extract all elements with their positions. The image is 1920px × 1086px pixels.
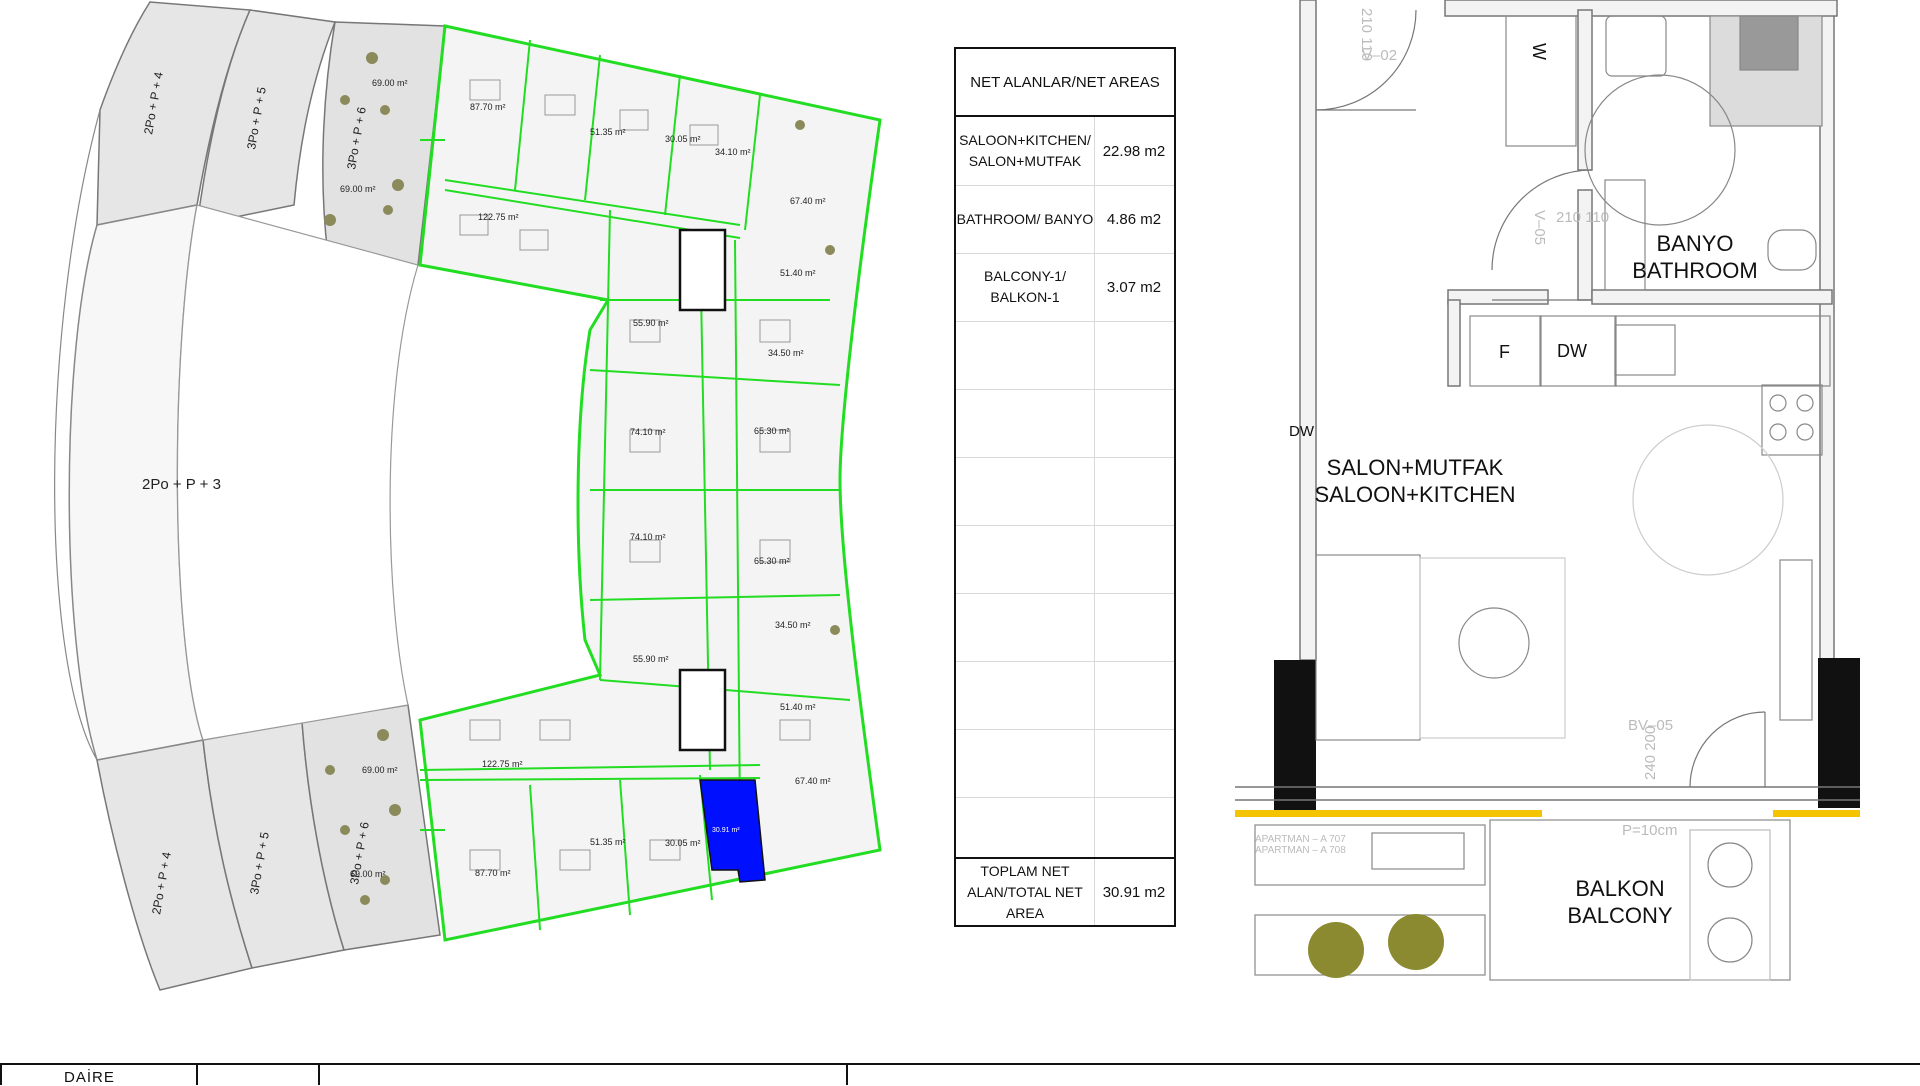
- title-block-border: [0, 1063, 1920, 1065]
- area-label: 69.00 m²: [340, 184, 376, 194]
- empty-row: [956, 525, 1174, 594]
- area-label: 34.50 m²: [768, 348, 804, 358]
- empty-row: [956, 321, 1174, 390]
- area-label: 69.00 m²: [372, 78, 408, 88]
- block-label-center: 2Po + P + 3: [142, 476, 221, 493]
- total-row: TOPLAM NET ALAN/TOTAL NET AREA 30.91 m2: [956, 857, 1174, 925]
- plants: [1308, 914, 1444, 978]
- area-label: 69.00 m²: [350, 869, 386, 879]
- balcony-label-en: BALCONY: [1567, 903, 1673, 928]
- table-row: SALOON+KITCHEN/ SALON+MUTFAK 22.98 m2: [956, 117, 1174, 186]
- balcony-edge: [1235, 786, 1860, 817]
- row-value: 3.07 m2: [1106, 278, 1162, 296]
- table-row: BATHROOM/ BANYO 4.86 m2: [956, 185, 1174, 254]
- area-label: 67.40 m²: [795, 776, 831, 786]
- area-label: 51.35 m²: [590, 127, 626, 137]
- washer-label: W: [1529, 43, 1549, 60]
- living-label-tr: SALON+MUTFAK: [1326, 455, 1504, 480]
- empty-row: [956, 457, 1174, 526]
- door-tag-p10: P=10cm: [1622, 822, 1677, 839]
- net-areas-title: NET ALANLAR/NET AREAS: [956, 49, 1174, 117]
- door-tag-v05: V–05: [1531, 210, 1548, 245]
- total-label: TOPLAM NET ALAN/TOTAL NET AREA: [956, 859, 1095, 925]
- table-row: BALCONY-1/ BALKON-1 3.07 m2: [956, 253, 1174, 322]
- empty-row: [956, 729, 1174, 798]
- apt-tag-a708: APARTMAN – A 708: [1255, 845, 1346, 856]
- net-areas-table: NET ALANLAR/NET AREAS SALOON+KITCHEN/ SA…: [954, 47, 1176, 927]
- door-swings: [1315, 9, 1766, 788]
- empty-row: [956, 797, 1174, 857]
- living-label-en: SALOON+KITCHEN: [1314, 482, 1516, 507]
- fridge-label: F: [1499, 342, 1510, 362]
- area-label: 74.10 m²: [630, 427, 666, 437]
- area-label: 87.70 m²: [475, 868, 511, 878]
- area-label: 55.90 m²: [633, 654, 669, 664]
- total-value: 30.91 m2: [1102, 883, 1166, 901]
- empty-row: [956, 593, 1174, 662]
- highlighted-unit-area: 30.91 m²: [712, 827, 740, 834]
- area-label: 122.75 m²: [482, 759, 523, 769]
- area-label: 51.40 m²: [780, 268, 816, 278]
- apt-tag-a707: APARTMAN – A 707: [1255, 834, 1346, 845]
- bathroom-label: BANYO BATHROOM: [1610, 230, 1780, 284]
- row-value: 22.98 m2: [1102, 142, 1166, 160]
- washer-box: [1505, 15, 1577, 147]
- bathroom-label-tr: BANYO: [1656, 231, 1734, 256]
- door-tag-240: 240 200: [1642, 726, 1659, 780]
- row-value: 4.86 m2: [1106, 210, 1162, 228]
- title-block-label: DAİRE: [64, 1069, 115, 1086]
- bathroom-label-en: BATHROOM: [1632, 258, 1758, 283]
- area-label: 122.75 m²: [478, 212, 519, 222]
- area-label: 30.05 m²: [665, 134, 701, 144]
- title-block-cell: [318, 1065, 848, 1085]
- courtyard: [176, 204, 419, 741]
- area-label: 30.05 m²: [665, 838, 701, 848]
- kitchen-counter: [1469, 315, 1831, 456]
- dishwasher-label: DW: [1557, 341, 1587, 361]
- site-plan: 2Po + P + 3 2Po + P + 4 3Po + P + 5 3Po …: [54, 1, 882, 991]
- area-label: 55.90 m²: [633, 318, 669, 328]
- area-label: 74.10 m²: [630, 532, 666, 542]
- balcony-label: BALKON BALCONY: [1545, 875, 1695, 929]
- building-outline: [418, 24, 882, 942]
- area-label: 34.50 m²: [775, 620, 811, 630]
- living-label: SALON+MUTFAK SALOON+KITCHEN: [1305, 454, 1525, 508]
- door-tag-210-a: 210 110: [1358, 8, 1375, 61]
- row-label: SALOON+KITCHEN/ SALON+MUTFAK: [956, 117, 1095, 185]
- area-label: 51.40 m²: [780, 702, 816, 712]
- area-label: 65.30 m²: [754, 426, 790, 436]
- empty-row: [956, 661, 1174, 730]
- area-label: 67.40 m²: [790, 196, 826, 206]
- area-label: 65.30 m²: [754, 556, 790, 566]
- area-label: 87.70 m²: [470, 102, 506, 112]
- empty-row: [956, 389, 1174, 458]
- area-label: 51.35 m²: [590, 837, 626, 847]
- dishwasher-side-label: DW: [1289, 423, 1315, 440]
- area-label: 69.00 m²: [362, 765, 398, 775]
- row-label: BALCONY-1/ BALKON-1: [956, 253, 1095, 321]
- row-label: BATHROOM/ BANYO: [956, 185, 1095, 253]
- balcony-label-tr: BALKON: [1575, 876, 1665, 901]
- door-tag-210-b: 210 110: [1556, 209, 1609, 226]
- area-label: 34.10 m²: [715, 147, 751, 157]
